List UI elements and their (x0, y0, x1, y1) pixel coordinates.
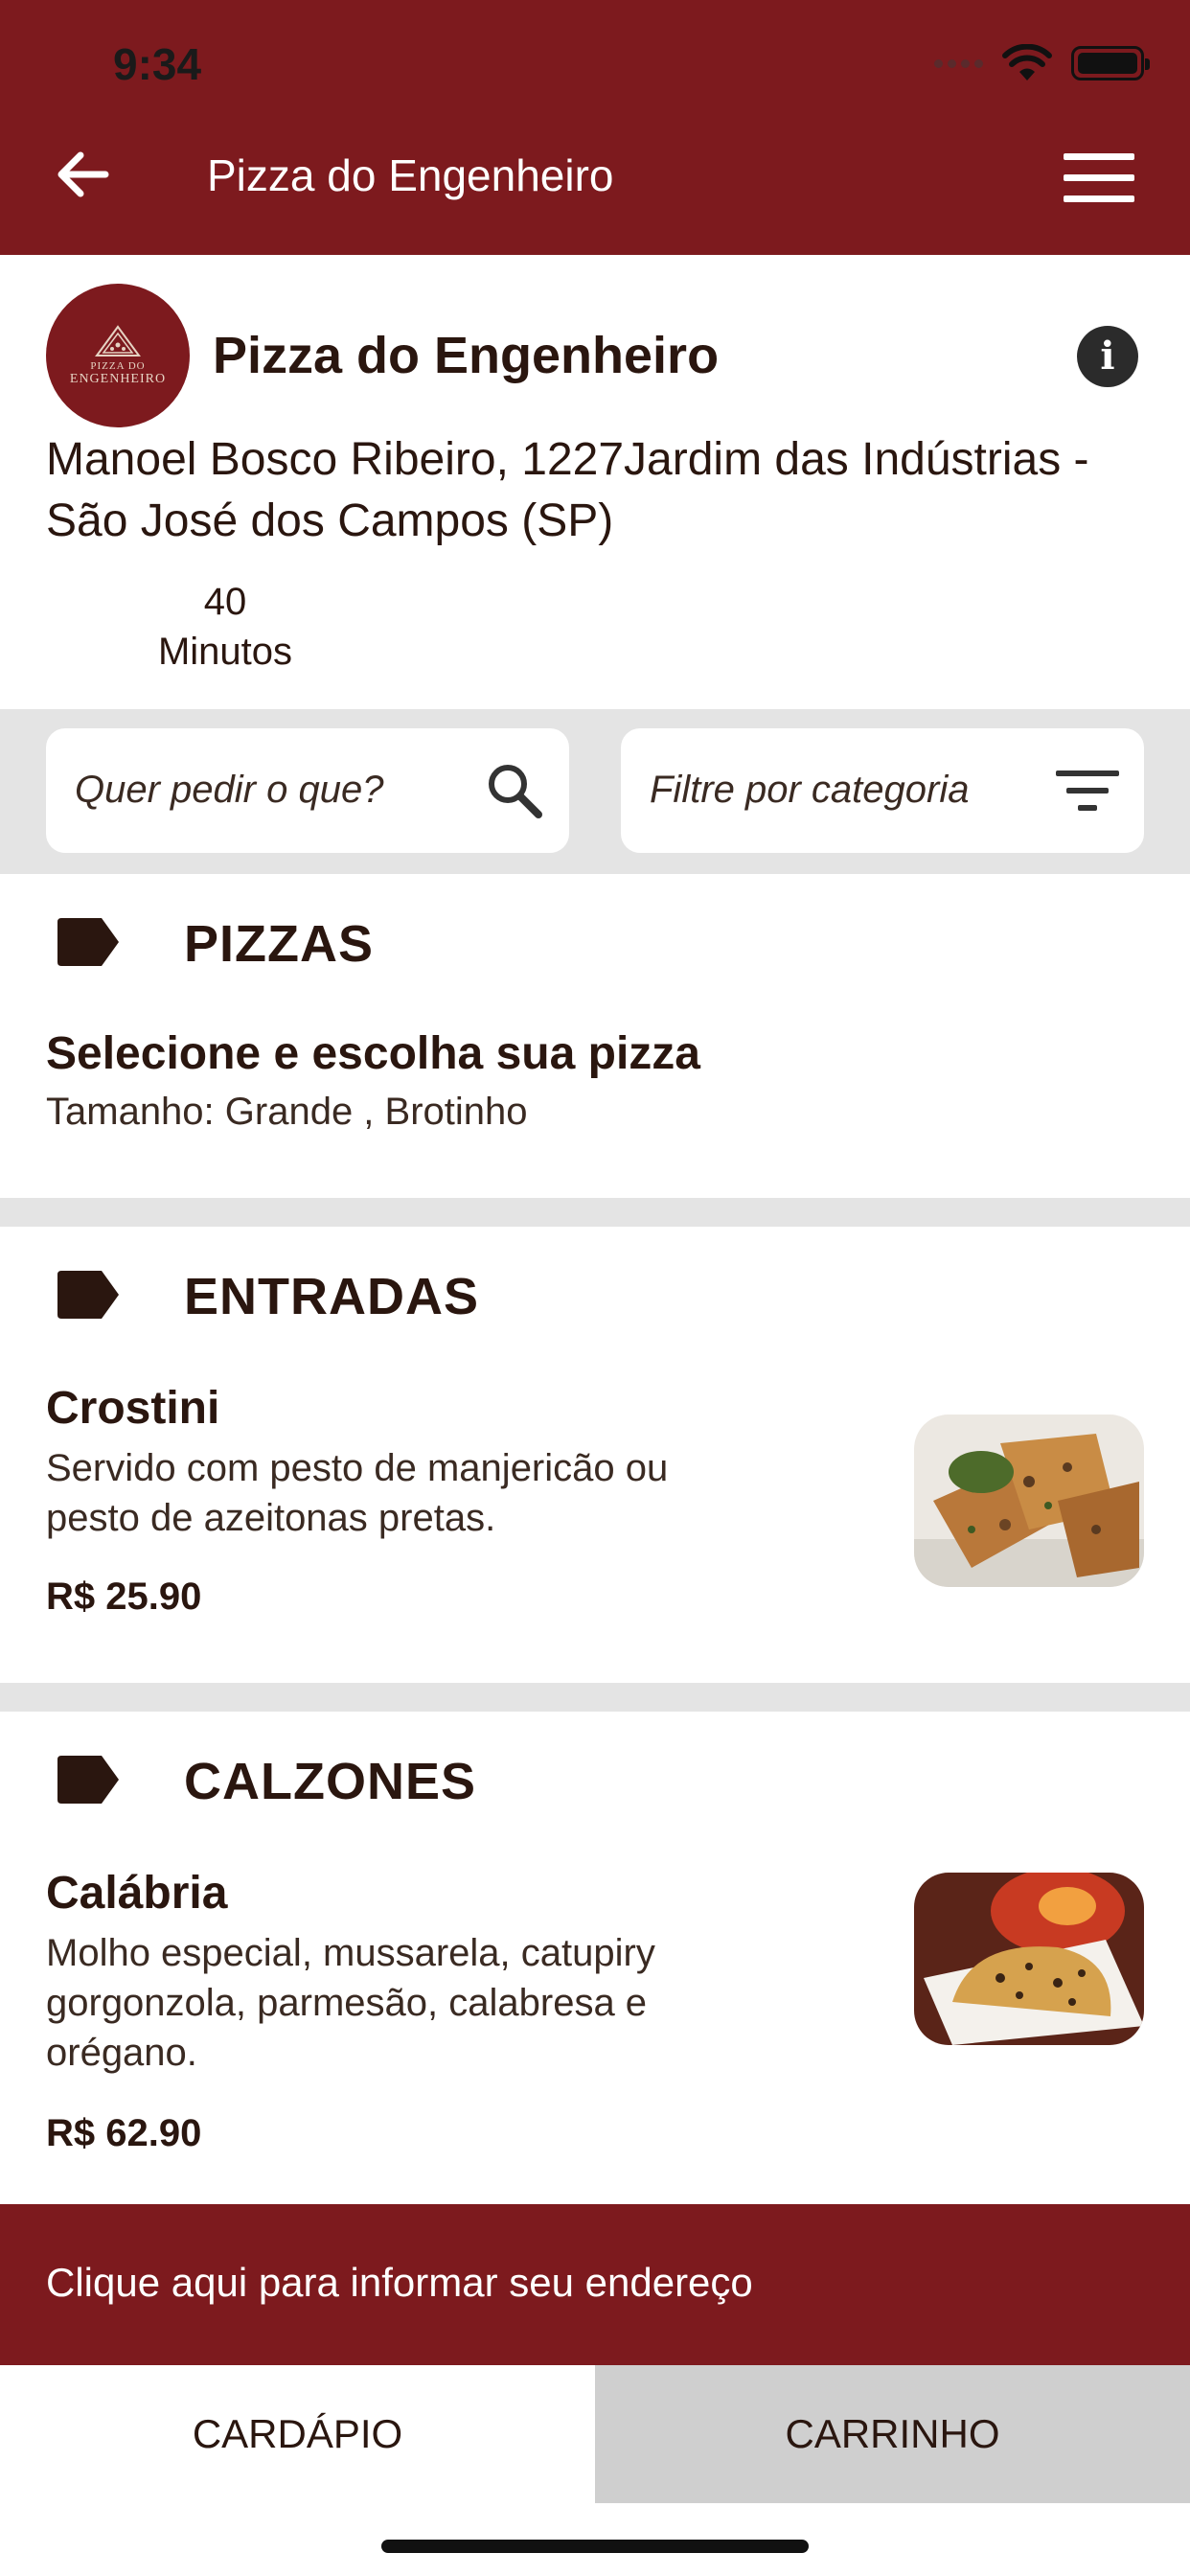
logo-text-bottom: ENGENHEIRO (69, 372, 167, 386)
category-filter[interactable]: Filtre por categoria (621, 728, 1144, 853)
menu-item-description: Tamanho: Grande , Brotinho (46, 1091, 528, 1133)
filter-placeholder: Filtre por categoria (650, 769, 970, 811)
home-indicator[interactable] (381, 2540, 809, 2553)
crostini-photo[interactable] (914, 1414, 1144, 1587)
logo-text-top: PIZZA DO (90, 360, 146, 372)
store-name: Pizza do Engenheiro (213, 327, 720, 384)
status-indicators (934, 44, 1150, 82)
hamburger-menu-icon[interactable] (1064, 153, 1134, 203)
delivery-time-unit: Minutos (157, 631, 293, 673)
tab-cardapio[interactable]: CARDÁPIO (0, 2365, 595, 2503)
calzone-photo[interactable] (914, 1873, 1144, 2045)
menu-item-name[interactable]: Selecione e escolha sua pizza (46, 1027, 700, 1080)
wifi-icon (1002, 44, 1052, 80)
menu-item-price: R$ 25.90 (46, 1576, 202, 1618)
store-logo: PIZZA DO ENGENHEIRO (46, 284, 190, 427)
menu-item-name[interactable]: Calábria (46, 1867, 227, 1920)
nav-title: Pizza do Engenheiro (207, 150, 614, 200)
section-divider (0, 1683, 1190, 1712)
tag-icon (57, 1756, 119, 1804)
tag-icon (57, 1271, 119, 1319)
address-banner[interactable]: Clique aqui para informar seu endereço (0, 2204, 1190, 2365)
menu-item-description: Servido com pesto de manjericão ou pesto… (46, 1447, 669, 1539)
tag-icon (57, 918, 119, 966)
category-section-calzones: CALZONES Calábria Molho especial, mussar… (0, 1712, 1190, 2204)
menu-item-name[interactable]: Crostini (46, 1382, 219, 1435)
category-title: PIZZAS (184, 915, 375, 973)
tab-carrinho[interactable]: CARRINHO (595, 2365, 1190, 2503)
store-info: PIZZA DO ENGENHEIRO Pizza do Engenheiro … (0, 255, 1190, 709)
search-icon[interactable] (485, 761, 544, 820)
category-title: ENTRADAS (184, 1268, 480, 1325)
address-banner-text: Clique aqui para informar seu endereço (46, 2260, 753, 2305)
category-title: CALZONES (184, 1753, 476, 1810)
signal-icon (934, 58, 983, 68)
bottom-tab-bar: CARDÁPIO CARRINHO (0, 2365, 1190, 2503)
category-section-pizzas: PIZZAS Selecione e escolha sua pizza Tam… (0, 874, 1190, 1198)
search-input[interactable]: Quer pedir o que? (46, 728, 569, 853)
delivery-time-value: 40 (203, 581, 247, 623)
menu-item-description: Molho especial, mussarela, catupiry gorg… (46, 1932, 655, 2074)
info-icon[interactable]: i (1077, 326, 1138, 387)
store-address: Manoel Bosco Ribeiro, 1227Jardim das Ind… (46, 434, 1089, 546)
search-placeholder: Quer pedir o que? (75, 769, 384, 811)
search-bar-area: Quer pedir o que? Filtre por categoria (0, 709, 1190, 874)
app-header: 9:34 Pizza do Engenheiro (0, 0, 1190, 255)
menu-item-price: R$ 62.90 (46, 2112, 202, 2154)
section-divider (0, 1198, 1190, 1227)
back-arrow-icon[interactable] (52, 144, 113, 205)
filter-icon[interactable] (1056, 770, 1119, 815)
status-time: 9:34 (113, 39, 202, 89)
category-section-entradas: ENTRADAS Crostini Servido com pesto de m… (0, 1227, 1190, 1683)
battery-icon (1071, 46, 1150, 80)
pizza-slice-icon (95, 325, 141, 356)
